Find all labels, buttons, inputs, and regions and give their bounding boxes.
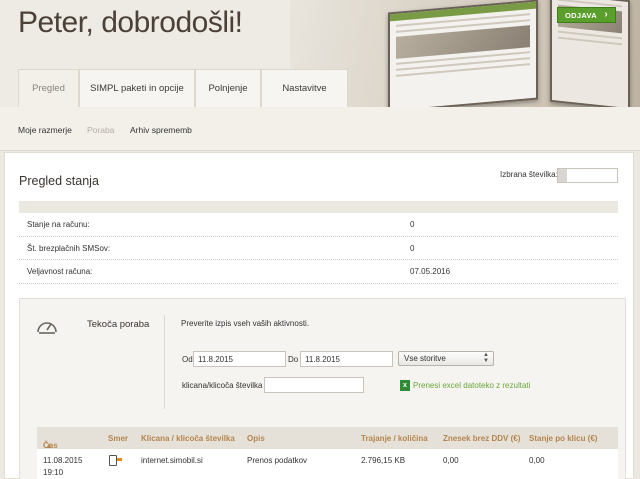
hero-screen-image — [388, 0, 538, 107]
subnav-change-archive[interactable]: Arhiv sprememb — [130, 125, 192, 135]
service-select-value: Vse storitve — [404, 354, 446, 363]
column-amount[interactable]: Znesek brez DDV (€) — [443, 434, 520, 443]
row-description: Prenos podatkov — [247, 456, 308, 465]
caller-number-label: klicana/klicoča številka — [182, 381, 263, 390]
gauge-icon — [37, 322, 57, 334]
summary-row: Št. brezplačnih SMSov: 0 — [19, 237, 618, 260]
column-duration[interactable]: Trajanje / količina — [361, 434, 428, 443]
tab-overview[interactable]: Pregled — [18, 69, 79, 107]
summary-header — [19, 201, 618, 213]
page-title: Peter, dobrodošli! — [18, 6, 243, 39]
excel-icon: x — [400, 380, 410, 391]
logout-button[interactable]: ODJAVA › — [557, 7, 616, 23]
table-row: 11.08.2015 19:10 internet.simobil.si Pre… — [37, 449, 618, 479]
service-select[interactable]: Vse storitve ▲ ▼ — [398, 351, 494, 366]
to-date-input[interactable] — [300, 351, 393, 367]
from-date-input[interactable] — [193, 351, 286, 367]
summary-value: 07.05.2016 — [410, 267, 451, 276]
summary-row: Veljavnost računa: 07.05.2016 — [19, 260, 618, 284]
column-balance[interactable]: Stanje po klicu (€) — [529, 434, 597, 443]
column-direction[interactable]: Smer — [108, 434, 128, 443]
tab-settings[interactable]: Nastavitve — [261, 69, 348, 107]
outgoing-data-icon — [109, 455, 122, 466]
usage-table-header: Čas ▲ Smer Klicana / klicoča številka Opi… — [37, 427, 618, 450]
column-number[interactable]: Klicana / klicoča številka — [141, 434, 235, 443]
row-amount: 0,00 — [443, 456, 459, 465]
divider — [164, 315, 165, 409]
caller-number-input[interactable] — [264, 377, 364, 393]
summary-row: Stanje na računu: 0 — [19, 213, 618, 237]
row-duration: 2.796,15 KB — [361, 456, 406, 465]
selected-number-select[interactable] — [557, 168, 618, 183]
summary-value: 0 — [410, 220, 415, 229]
current-usage-panel: Tekoča poraba Preverite izpis vseh vaših… — [19, 298, 626, 479]
row-balance: 0,00 — [529, 456, 545, 465]
subnav-usage[interactable]: Poraba — [87, 125, 114, 135]
row-time: 19:10 — [43, 468, 64, 477]
select-arrows-icon: ▲ ▼ — [483, 352, 489, 364]
summary-label: Veljavnost računa: — [27, 267, 93, 276]
to-label: Do — [288, 355, 299, 364]
usage-hint: Preverite izpis vseh vaših aktivnosti. — [181, 319, 310, 328]
subnav-my-relationship[interactable]: Moje razmerje — [18, 125, 72, 135]
tab-topup[interactable]: Polnjenje — [195, 69, 261, 107]
excel-download-link[interactable]: x Prenesi excel datoteko z rezultati — [400, 380, 530, 391]
main-panel: Pregled stanja Izbrana številka: Stanje … — [4, 152, 634, 479]
column-description[interactable]: Opis — [247, 434, 265, 443]
summary-table: Stanje na računu: 0 Št. brezplačnih SMSo… — [19, 201, 618, 284]
row-number: internet.simobil.si — [141, 456, 203, 465]
tab-packages[interactable]: SIMPL paketi in opcije — [79, 69, 195, 107]
excel-download-label: Prenesi excel datoteko z rezultati — [413, 381, 531, 390]
from-label: Od — [182, 355, 193, 364]
section-title: Pregled stanja — [19, 174, 99, 188]
sub-navigation: Moje razmerje Poraba Arhiv sprememb — [0, 107, 640, 151]
main-tabs: Pregled SIMPL paketi in opcije Polnjenje… — [18, 69, 348, 107]
selected-number-label: Izbrana številka: — [500, 170, 558, 179]
logout-label: ODJAVA — [565, 10, 597, 20]
row-date: 11.08.2015 — [43, 456, 83, 465]
summary-label: Stanje na računu: — [27, 220, 90, 229]
summary-label: Št. brezplačnih SMSov: — [27, 243, 111, 253]
usage-title: Tekoča poraba — [87, 319, 150, 330]
chevron-right-icon: › — [604, 9, 608, 20]
summary-value: 0 — [410, 243, 415, 253]
